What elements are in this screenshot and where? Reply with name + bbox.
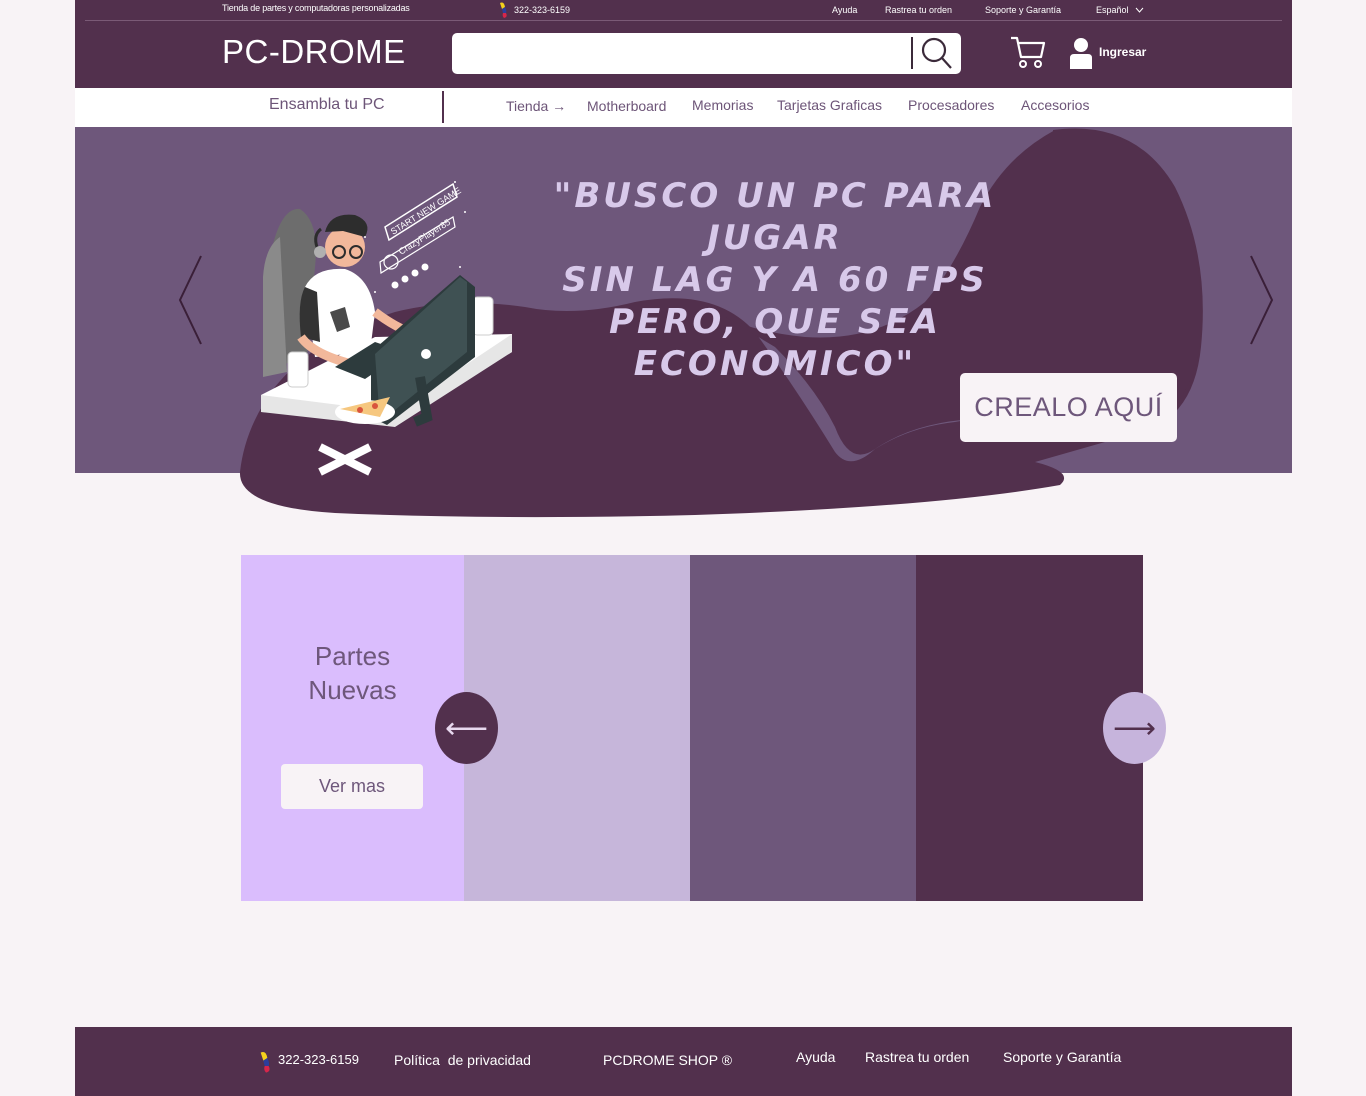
nav-build-pc[interactable]: Ensambla tu PC — [269, 96, 385, 114]
header-phone[interactable]: 322-323-6159 — [498, 1, 570, 19]
nav-item-motherboard[interactable]: Motherboard — [587, 98, 666, 114]
see-more-button[interactable]: Ver mas — [281, 764, 423, 809]
site-logo[interactable]: PC-DROME — [222, 33, 406, 71]
hero-quote-line: SIN LAG Y A 60 FPS — [562, 260, 988, 300]
nav-item-shop[interactable]: Tienda → — [506, 98, 566, 114]
hero-quote: "BUSCO UN PC PARA JUGAR SIN LAG Y A 60 F… — [495, 175, 1055, 385]
category-panel-new-parts[interactable]: Partes Nuevas Ver mas — [241, 555, 464, 901]
hero-quote-line: PERO, QUE SEA — [609, 302, 941, 342]
header-link-support[interactable]: Soporte y Garantía — [985, 5, 1061, 15]
nav-item-memory[interactable]: Memorias — [692, 97, 753, 113]
footer-phone[interactable]: 322-323-6159 — [278, 1052, 359, 1067]
create-pc-button[interactable]: CREALO AQUÍ — [960, 373, 1177, 442]
colombia-flag-icon — [500, 2, 507, 18]
main-nav: Ensambla tu PC Tienda → Motherboard Memo… — [75, 88, 1292, 127]
footer-link-support[interactable]: Soporte y Garantía — [1003, 1049, 1121, 1065]
header-phone-number: 322-323-6159 — [514, 5, 571, 15]
hero-quote-line: "BUSCO UN PC PARA JUGAR — [553, 176, 997, 258]
store-tagline: Tienda de partes y computadoras personal… — [222, 3, 410, 13]
language-selector[interactable]: Español — [1096, 5, 1144, 15]
chevron-down-icon — [1135, 7, 1143, 13]
footer-link-help[interactable]: Ayuda — [796, 1049, 835, 1065]
search-separator — [911, 37, 913, 69]
footer-privacy-link[interactable]: Política de privacidad — [394, 1052, 531, 1068]
hero-prev-arrow-icon[interactable] — [177, 254, 203, 346]
header-divider — [85, 20, 1282, 21]
carousel-next-button[interactable]: ⟶ — [1103, 692, 1166, 764]
user-icon[interactable] — [1070, 37, 1092, 69]
header-link-help[interactable]: Ayuda — [832, 5, 857, 15]
category-carousel: Partes Nuevas Ver mas — [241, 555, 1143, 901]
category-panel[interactable] — [690, 555, 916, 901]
top-header: Tienda de partes y computadoras personal… — [75, 0, 1292, 88]
search-bar[interactable] — [452, 33, 961, 74]
hero-next-arrow-icon[interactable] — [1249, 254, 1275, 346]
search-icon[interactable] — [919, 36, 955, 72]
hero-banner: START NEW GAME CrazyPlayer85 "BUSCO UN P… — [75, 127, 1292, 518]
nav-item-graphics-cards[interactable]: Tarjetas Graficas — [777, 97, 882, 113]
search-input[interactable] — [462, 39, 902, 67]
login-link[interactable]: Ingresar — [1099, 45, 1146, 59]
footer: 322-323-6159 Política de privacidad PCDR… — [75, 1027, 1292, 1096]
footer-shop-name: PCDROME SHOP ® — [603, 1052, 733, 1068]
footer-link-track-order[interactable]: Rastrea tu orden — [865, 1049, 969, 1065]
category-title-line: Partes — [314, 641, 391, 671]
category-title-line: Nuevas — [308, 675, 397, 705]
carousel-prev-button[interactable]: ⟵ — [435, 692, 498, 764]
nav-item-accessories[interactable]: Accesorios — [1021, 97, 1089, 113]
colombia-flag-icon — [260, 1052, 270, 1073]
cart-icon[interactable] — [1010, 35, 1046, 69]
header-link-track-order[interactable]: Rastrea tu orden — [885, 5, 952, 15]
category-title: Partes Nuevas — [241, 639, 464, 707]
nav-item-processors[interactable]: Procesadores — [908, 97, 994, 113]
language-label: Español — [1096, 5, 1129, 15]
nav-divider — [442, 91, 444, 123]
